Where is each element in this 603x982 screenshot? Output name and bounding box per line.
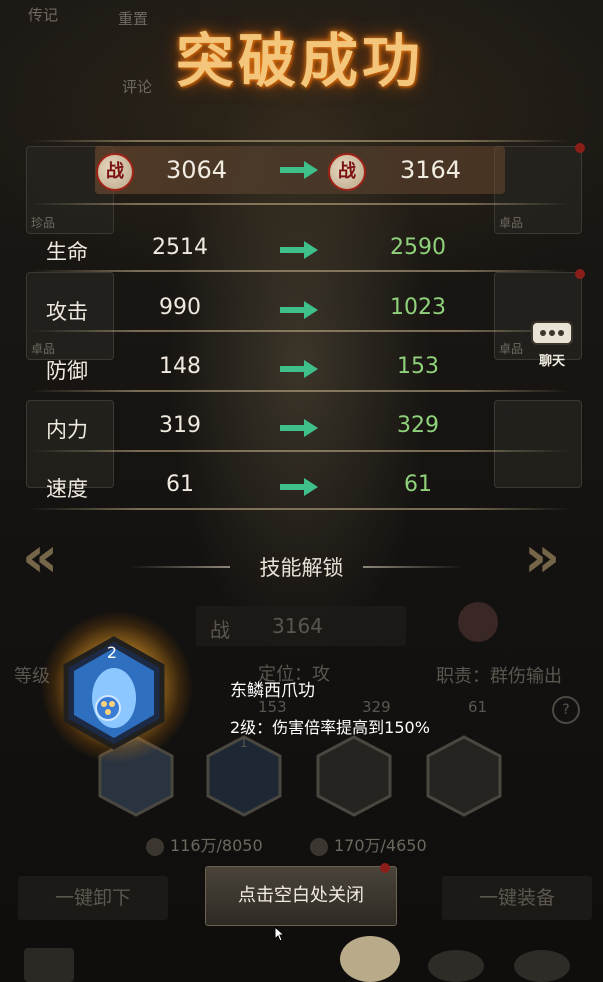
mouse-cursor-icon <box>274 926 286 942</box>
resource-2: 170万/4650 <box>310 832 427 856</box>
close-hint-button[interactable]: 点击空白处关闭 <box>205 863 397 926</box>
chat-button[interactable]: 聊天 <box>530 320 574 369</box>
biography-button[interactable]: 传记 <box>28 4 58 25</box>
skill-description: 2级：伤害倍率提高到150% <box>230 718 430 737</box>
divider <box>30 140 570 142</box>
power-before: 3064 <box>166 156 228 184</box>
hero-tab-icon[interactable] <box>340 936 400 982</box>
stat-before: 319 <box>159 413 201 438</box>
power-after: 3164 <box>400 156 462 184</box>
chat-label: 聊天 <box>538 354 565 369</box>
jade-icon <box>310 837 328 856</box>
stat-label: 内力 <box>46 418 88 442</box>
tab-icon[interactable] <box>514 950 570 982</box>
divider <box>30 203 570 205</box>
stat-after: 61 <box>404 472 432 497</box>
slot-quality-label: 卓品 <box>499 216 524 230</box>
slot-quality-label: 珍品 <box>31 216 56 230</box>
divider <box>30 390 570 392</box>
resource-1-value: 116万/8050 <box>170 836 263 855</box>
small-hex-level: 1 <box>240 736 248 750</box>
stat-after: 153 <box>397 354 439 379</box>
equip-slot-right-top: 卓品 <box>494 143 585 234</box>
back-chevron-icon[interactable] <box>24 948 74 982</box>
power-badge-icon: 战 <box>328 153 366 191</box>
right-arrow-icon <box>280 478 318 496</box>
divider <box>30 508 570 510</box>
bg-role: 职责：群伤输出 <box>436 666 562 687</box>
stat-after: 1023 <box>390 295 446 320</box>
stat-label: 防御 <box>46 359 88 383</box>
reset-button[interactable]: 重置 <box>118 8 148 29</box>
stat-label: 速度 <box>46 477 88 501</box>
bg-power-icon: 战 <box>210 618 230 642</box>
divider <box>30 330 570 332</box>
equip-slot-right-bottom <box>494 400 582 488</box>
divider <box>30 270 570 272</box>
resource-1: 116万/8050 <box>146 832 263 856</box>
stat-before: 990 <box>159 295 201 320</box>
skill-name: 东鳞西爪功 <box>230 681 315 701</box>
skill-unlock-header: 技能解锁 <box>0 552 603 582</box>
right-arrow-icon <box>280 419 318 437</box>
stat-label: 攻击 <box>46 300 88 324</box>
power-badge-icon: 战 <box>96 153 134 191</box>
bg-badge-icon <box>458 602 498 642</box>
stat-before: 148 <box>159 354 201 379</box>
right-arrow-icon <box>280 360 318 378</box>
right-arrow-icon <box>280 241 318 259</box>
close-hint-label: 点击空白处关闭 <box>238 885 364 906</box>
divider <box>30 450 570 452</box>
coin-icon <box>146 837 164 856</box>
bg-stat-c: 61 <box>468 698 488 716</box>
bg-power-value: 3164 <box>272 614 323 638</box>
comment-button[interactable]: 评论 <box>122 76 152 97</box>
skill-slot-icon <box>316 735 392 817</box>
resource-2-value: 170万/4650 <box>334 836 427 855</box>
right-arrow-icon <box>280 301 318 319</box>
unequip-all-button[interactable]: 一键卸下 <box>18 876 168 920</box>
tab-icon[interactable] <box>428 950 484 982</box>
stat-before: 61 <box>166 472 194 497</box>
stat-after: 2590 <box>390 235 446 260</box>
skill-level-badge: 2 <box>106 643 118 662</box>
skill-unlock-title: 技能解锁 <box>259 556 344 580</box>
stat-after: 329 <box>397 413 439 438</box>
chat-icon <box>531 321 573 345</box>
stat-before: 2514 <box>152 235 208 260</box>
breakthrough-title: 突破成功 <box>175 27 424 95</box>
skill-slot-icon <box>426 735 502 817</box>
right-arrow-icon <box>280 161 318 179</box>
stat-label: 生命 <box>46 240 88 264</box>
slot-quality-label: 卓品 <box>499 342 524 356</box>
equip-all-button[interactable]: 一键装备 <box>442 876 592 920</box>
help-icon[interactable]: ? <box>552 696 580 724</box>
